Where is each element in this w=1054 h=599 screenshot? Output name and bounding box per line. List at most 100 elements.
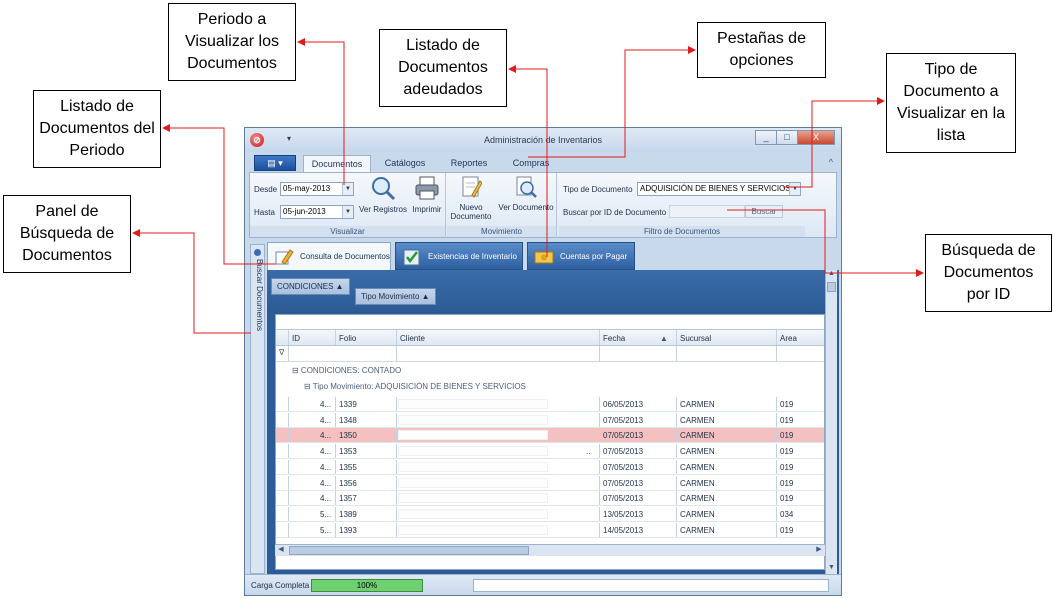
row-area: 019: [780, 462, 794, 472]
pin-icon[interactable]: [254, 249, 261, 256]
col-sucursal[interactable]: Sucursal: [680, 334, 711, 343]
row-sucursal: CARMEN: [680, 525, 715, 535]
callout-tipo-documento: Tipo de Documento a Visualizar en la lis…: [886, 53, 1016, 153]
row-area: 019: [780, 415, 794, 425]
ver-documento-button[interactable]: Ver Documento: [497, 175, 555, 212]
cliente-redacted: [398, 399, 548, 409]
nuevo-documento-button[interactable]: Nuevo Documento: [449, 175, 493, 221]
imprimir-button[interactable]: Imprimir: [410, 175, 444, 214]
tab-consulta-documentos[interactable]: Consulta de Documentos: [267, 242, 391, 272]
cliente-redacted: [398, 430, 548, 441]
scroll-right-icon[interactable]: ▶: [813, 545, 825, 556]
row-area: 019: [780, 525, 794, 535]
table-row[interactable]: 4... 1348 07/05/2013 CARMEN 019: [276, 412, 824, 428]
col-area[interactable]: Area: [780, 334, 797, 343]
row-fecha: 07/05/2013: [603, 462, 644, 472]
cliente-redacted: [398, 493, 548, 504]
imprimir-label: Imprimir: [412, 205, 442, 214]
cliente-redacted: [398, 508, 548, 519]
consulta-panel: CONDICIONES ▲ Tipo Movimiento ▲ ID Folio…: [267, 270, 839, 574]
row-id: 5...: [320, 525, 332, 535]
chevron-down-icon[interactable]: ▼: [342, 183, 353, 195]
table-row[interactable]: 4... 1353 07/05/2013 CARMEN 019..: [276, 444, 824, 460]
buscar-button[interactable]: Buscar: [745, 205, 783, 218]
checklist-icon: [403, 249, 420, 266]
tipo-documento-select[interactable]: ADQUISICIÓN DE BIENES Y SERVICIOS ▼: [637, 182, 801, 196]
hasta-date-picker[interactable]: 05-jun-2013 ▼: [280, 205, 354, 219]
ver-documento-label: Ver Documento: [498, 203, 554, 212]
row-fecha: 07/05/2013: [603, 494, 644, 504]
group-filtro-label: Filtro de Documentos: [559, 226, 805, 237]
row-folio: 1350: [339, 431, 357, 441]
horizontal-scrollbar[interactable]: ◀ ▶: [275, 544, 825, 556]
tipo-documento-value: ADQUISICIÓN DE BIENES Y SERVICIOS: [640, 184, 791, 193]
row-fecha: 06/05/2013: [603, 400, 644, 409]
status-bar: Carga Completa 100%: [245, 574, 841, 595]
tab-existencias-inventario-label: Existencias de Inventario: [428, 252, 517, 261]
scroll-left-icon[interactable]: ◀: [275, 545, 287, 556]
row-id: 4...: [320, 462, 332, 472]
row-sucursal: CARMEN: [680, 462, 715, 472]
buscar-documentos-panel[interactable]: Buscar Documentos: [250, 244, 265, 574]
window-title: Administración de Inventarios: [483, 135, 603, 145]
printer-icon: [415, 176, 439, 200]
close-button[interactable]: X: [797, 130, 835, 145]
ribbon-collapse-icon[interactable]: ^: [829, 157, 833, 167]
maximize-button[interactable]: □: [776, 130, 798, 145]
filter-row[interactable]: ∇: [276, 346, 824, 362]
buscar-id-input[interactable]: [669, 205, 745, 218]
group-chip-tipo-movimiento[interactable]: Tipo Movimiento ▲: [355, 288, 436, 305]
row-folio: 1357: [339, 494, 357, 504]
table-row[interactable]: 4... 1350 07/05/2013 CARMEN 019: [276, 428, 824, 444]
col-folio[interactable]: Folio: [339, 334, 356, 343]
tab-catalogos[interactable]: Catálogos: [375, 155, 435, 173]
col-cliente[interactable]: Cliente: [400, 334, 425, 343]
app-window: ⊘ ▾ Administración de Inventarios _ □ X …: [244, 127, 842, 596]
tab-documentos[interactable]: Documentos: [303, 155, 371, 173]
table-row[interactable]: 5... 1393 14/05/2013 CARMEN 019: [276, 522, 824, 538]
chevron-down-icon[interactable]: ▼: [789, 183, 800, 195]
group-by-area: CONDICIONES ▲ Tipo Movimiento ▲: [267, 270, 839, 314]
row-area: 019: [780, 494, 794, 504]
table-row[interactable]: 4... 1355 07/05/2013 CARMEN 019: [276, 459, 824, 475]
group-filtro: Tipo de Documento ADQUISICIÓN DE BIENES …: [559, 173, 805, 238]
file-menu-button[interactable]: ▤ ▾: [254, 155, 296, 171]
callout-busqueda-id-text: Búsqueda de Documentos por ID: [941, 242, 1036, 303]
row-area: 019: [780, 431, 794, 441]
group-row-condiciones[interactable]: ⊟ CONDICIONES: CONTADO: [292, 366, 401, 375]
horizontal-scroll-thumb[interactable]: [289, 546, 529, 555]
chevron-down-icon[interactable]: ▼: [342, 206, 353, 218]
tab-cuentas-por-pagar-label: Cuentas por Pagar: [560, 252, 628, 261]
tab-compras[interactable]: Compras: [503, 155, 559, 173]
documents-icon: [275, 249, 294, 265]
filter-icon[interactable]: ∇: [279, 348, 284, 357]
row-id: 4...: [320, 415, 332, 425]
table-row[interactable]: 4... 1339 06/05/2013 CARMEN 019: [276, 397, 824, 412]
table-row[interactable]: 4... 1357 07/05/2013 CARMEN 019: [276, 491, 824, 507]
vertical-scrollbar[interactable]: ▲ ▼: [825, 270, 837, 574]
cliente-redacted: [398, 524, 548, 535]
col-id[interactable]: ID: [292, 334, 300, 343]
group-chip-condiciones[interactable]: CONDICIONES ▲: [271, 278, 350, 295]
ver-registros-button[interactable]: Ver Registros: [358, 175, 408, 214]
table-row[interactable]: 5... 1389 13/05/2013 CARMEN 034: [276, 506, 824, 522]
vertical-scroll-thumb[interactable]: [827, 282, 836, 292]
scroll-up-icon[interactable]: ▲: [826, 270, 837, 280]
table-row[interactable]: 4... 1356 07/05/2013 CARMEN 019: [276, 475, 824, 491]
tab-cuentas-por-pagar[interactable]: Cuentas por Pagar: [527, 242, 635, 270]
callout-tipo-documento-text: Tipo de Documento a Visualizar en la lis…: [896, 61, 1006, 144]
desde-date-picker[interactable]: 05-may-2013 ▼: [280, 182, 354, 196]
row-sucursal: CARMEN: [680, 447, 715, 457]
scroll-down-icon[interactable]: ▼: [826, 564, 837, 574]
group-row-tipo-movimiento[interactable]: ⊟ Tipo Movimiento: ADQUISICIÓN DE BIENES…: [304, 382, 526, 391]
row-area: 019: [780, 478, 794, 488]
col-fecha[interactable]: Fecha: [603, 334, 625, 343]
callout-listado-adeudados: Listado de Documentos adeudados: [379, 29, 507, 107]
magnifier-icon: [372, 177, 396, 201]
tab-existencias-inventario[interactable]: Existencias de Inventario: [395, 242, 523, 270]
tab-reportes[interactable]: Reportes: [441, 155, 497, 173]
row-folio: 1389: [339, 509, 357, 519]
new-document-icon: [462, 176, 483, 198]
row-id: 4...: [320, 431, 332, 441]
minimize-button[interactable]: _: [755, 130, 777, 145]
